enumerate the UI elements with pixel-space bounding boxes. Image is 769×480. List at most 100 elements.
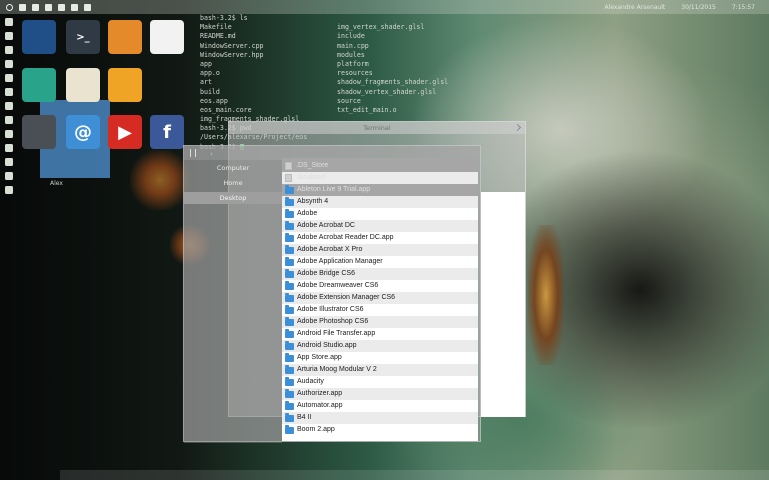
pin-icon[interactable]: [4, 60, 13, 68]
contacts-app-icon[interactable]: @: [66, 115, 100, 149]
back-icon[interactable]: ‹: [210, 150, 213, 158]
list-item[interactable]: Adobe Application Manager: [282, 256, 478, 268]
monitor-icon[interactable]: [4, 18, 13, 26]
list-item-label: Android Studio.app: [297, 342, 357, 349]
terminal-line: WindowServer.hpp: [200, 50, 264, 59]
grip-icon[interactable]: [190, 149, 196, 157]
top-menu-bar: Alexandre Arsenault 30/11/2015 7:15:57: [0, 0, 769, 14]
folder-icon: [285, 412, 294, 422]
wifi-icon[interactable]: [19, 3, 26, 11]
terminal-line: img_vertex_shader.glsl: [337, 23, 425, 32]
terminal-line: modules: [337, 50, 365, 59]
folder-icon: [285, 268, 294, 278]
books-app-icon[interactable]: [22, 68, 56, 102]
terminal-line: art: [200, 78, 212, 87]
calculator-app-icon[interactable]: [22, 115, 56, 149]
more-icon[interactable]: [84, 3, 91, 11]
list-item[interactable]: B4 II: [282, 412, 478, 424]
list-item[interactable]: Adobe Acrobat Reader DC.app: [282, 232, 478, 244]
tools-app-icon[interactable]: [150, 68, 184, 102]
list-item[interactable]: Audacity: [282, 376, 478, 388]
terminal-window-title[interactable]: Terminal: [229, 122, 525, 134]
list-item[interactable]: Adobe Photoshop CS6: [282, 316, 478, 328]
list-item[interactable]: Ableton Live 9 Trial.app: [282, 184, 478, 196]
calendar-app-icon[interactable]: [150, 20, 184, 54]
terminal-window-pane: [481, 192, 525, 417]
folder-icon: [285, 184, 294, 194]
window-icon[interactable]: [45, 3, 52, 11]
wallpaper-flame: [528, 225, 564, 365]
notes-app-icon[interactable]: [66, 68, 100, 102]
gear-icon[interactable]: [58, 3, 65, 11]
list-item[interactable]: Boom 2.app: [282, 424, 478, 436]
square-icon[interactable]: [4, 172, 13, 180]
terminal-line: Makefile: [200, 23, 232, 32]
photos-app-icon[interactable]: [108, 20, 142, 54]
folder-icon[interactable]: [4, 46, 13, 54]
list-item-label: Adobe Photoshop CS6: [297, 318, 369, 325]
terminal-line: shadow_fragments_shader.glsl: [337, 78, 449, 87]
folder-icon: [285, 208, 294, 218]
date-label: 30/11/2015: [681, 3, 716, 11]
sidebar-item-home[interactable]: Home: [184, 177, 282, 189]
contacts-app-glyph: @: [74, 121, 92, 143]
top-bar-icons: [0, 3, 91, 11]
folder-icon: [285, 316, 294, 326]
launcher-label: Alex: [50, 180, 63, 187]
folder-icon: [285, 376, 294, 386]
user-name[interactable]: Alexandre Arsenault: [604, 4, 665, 11]
folder-icon: [285, 244, 294, 254]
cloud-icon[interactable]: [4, 158, 13, 166]
list-item[interactable]: Automator.app: [282, 400, 478, 412]
monitor-app-icon[interactable]: [22, 20, 56, 54]
folder-icon: [285, 232, 294, 242]
mail-icon[interactable]: [4, 116, 13, 124]
list-item[interactable]: Adobe Acrobat X Pro: [282, 244, 478, 256]
arrow-icon[interactable]: [4, 32, 13, 40]
list-item[interactable]: Adobe Extension Manager CS6: [282, 292, 478, 304]
list-item[interactable]: Adobe Bridge CS6: [282, 268, 478, 280]
file-list[interactable]: .DS_Store .localized Ableton Live 9 Trial.…: [282, 158, 478, 441]
list-item[interactable]: .DS_Store: [282, 160, 478, 172]
terminal-line: app.o: [200, 69, 220, 78]
list-item[interactable]: Adobe Acrobat DC: [282, 220, 478, 232]
list-item-label: Absynth 4: [297, 198, 329, 205]
clock-label[interactable]: 7:15:57: [732, 4, 755, 11]
terminal-line: build: [200, 87, 220, 96]
list-item[interactable]: Adobe Illustrator CS6: [282, 304, 478, 316]
heart-icon[interactable]: [4, 130, 13, 138]
folder-icon[interactable]: [71, 3, 78, 11]
facebook-app-icon[interactable]: f: [150, 115, 184, 149]
list-item[interactable]: Absynth 4: [282, 196, 478, 208]
doc-icon[interactable]: [4, 88, 13, 96]
list-item[interactable]: Android Studio.app: [282, 340, 478, 352]
list-item[interactable]: .localized: [282, 172, 478, 184]
list-item[interactable]: Arturia Moog Modular V 2: [282, 364, 478, 376]
facebook-icon[interactable]: [4, 144, 13, 152]
left-dock: [0, 14, 17, 214]
list-item-label: Adobe Acrobat DC: [297, 222, 355, 229]
mail-app-icon[interactable]: [108, 68, 142, 102]
list-item[interactable]: App Store.app: [282, 352, 478, 364]
cart-icon[interactable]: [4, 102, 13, 110]
file-browser-window[interactable]: ‹ Computer Home Desktop .DS_Store .localize…: [183, 145, 481, 443]
grid-icon[interactable]: [32, 3, 39, 11]
folder-icon: [285, 340, 294, 350]
terminal-app-icon[interactable]: >_: [66, 20, 100, 54]
list-item[interactable]: Android File Transfer.app: [282, 328, 478, 340]
list-item-label: .localized: [296, 174, 326, 181]
image-icon[interactable]: [4, 74, 13, 82]
list-item[interactable]: Adobe Dreamweaver CS6: [282, 280, 478, 292]
list-item-label: Arturia Moog Modular V 2: [297, 366, 377, 373]
youtube-app-glyph: ▶: [118, 121, 132, 143]
sidebar-item-computer[interactable]: Computer: [184, 162, 282, 174]
list-item-label: Adobe Application Manager: [297, 258, 383, 265]
sidebar-item-desktop[interactable]: Desktop: [184, 192, 282, 204]
circle-icon[interactable]: [4, 186, 13, 194]
list-item[interactable]: Adobe: [282, 208, 478, 220]
terminal-line: eos_main.core: [200, 105, 252, 114]
list-item[interactable]: Authorizer.app: [282, 388, 478, 400]
folder-icon: [285, 256, 294, 266]
ubuntu-icon[interactable]: [6, 3, 13, 11]
youtube-app-icon[interactable]: ▶: [108, 115, 142, 149]
